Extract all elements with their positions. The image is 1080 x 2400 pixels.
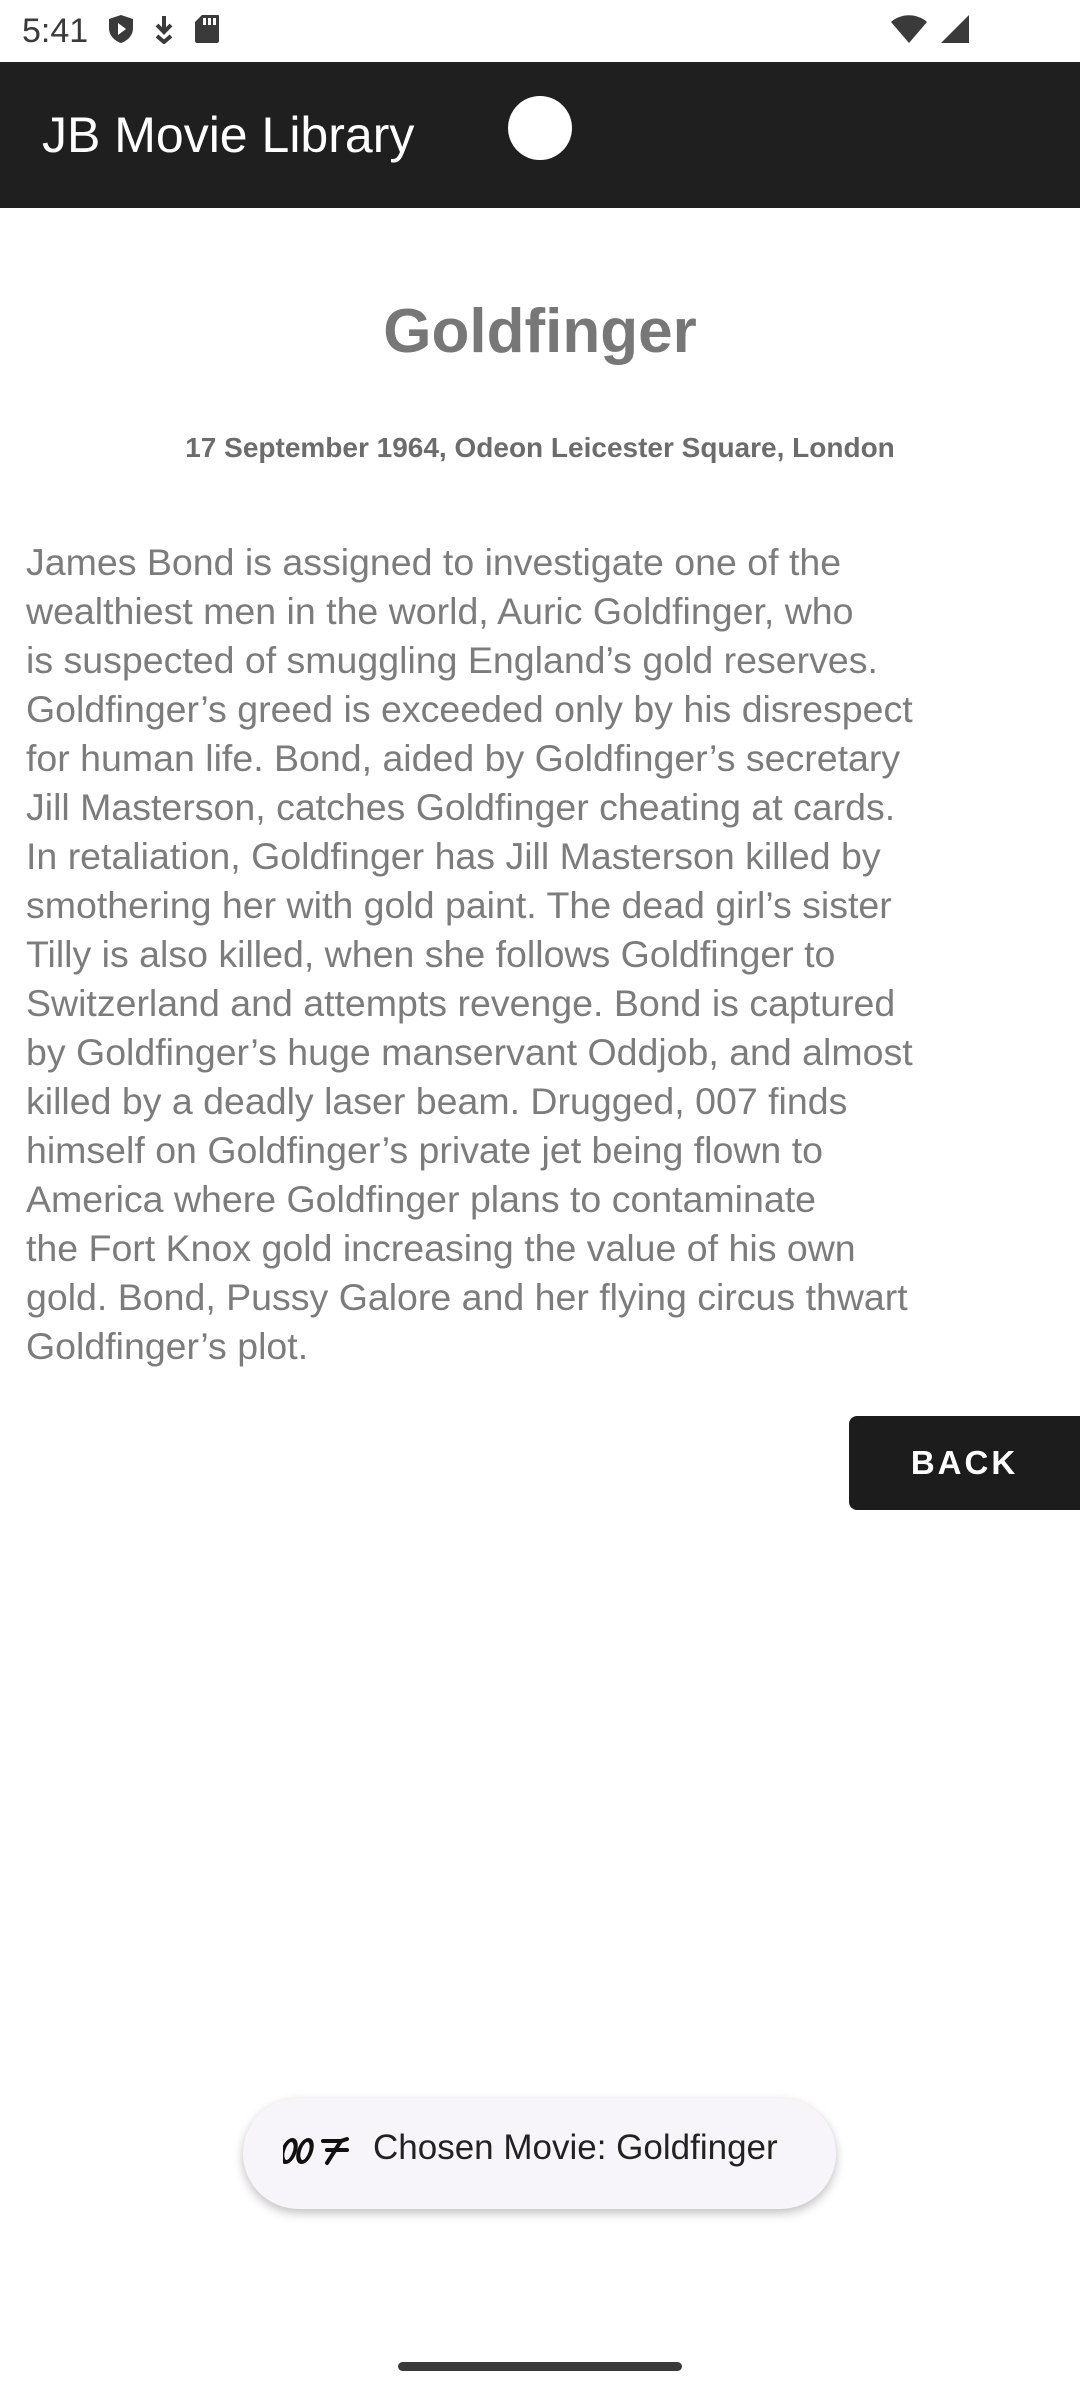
back-button[interactable]: BACK [849,1416,1080,1510]
synopsis-line: for human life. Bond, aided by Goldfinge… [26,737,901,779]
synopsis-line: Tilly is also killed, when she follows G… [26,933,836,975]
synopsis-line: is suspected of smuggling England’s gold… [26,639,878,681]
007-logo-icon [280,2136,349,2171]
synopsis-line: the Fort Knox gold increasing the value … [26,1227,856,1269]
app-bar: JB Movie Library [0,62,1080,208]
synopsis-line: smothering her with gold paint. The dead… [26,884,892,926]
synopsis-line: by Goldfinger’s huge manservant Oddjob, … [26,1031,913,1073]
synopsis-line: gold. Bond, Pussy Galore and her flying … [26,1276,908,1318]
status-time: 5:41 [22,12,89,50]
status-icons-right [890,14,970,44]
synopsis-line: himself on Goldfinger’s private jet bein… [26,1129,823,1171]
navigation-handle[interactable] [398,2362,682,2371]
sd-card-icon [194,14,220,44]
toast: Chosen Movie: Goldfinger [243,2098,836,2209]
status-icons-left [108,14,220,44]
synopsis-line: wealthiest men in the world, Auric Goldf… [26,590,854,632]
camera-cutout [508,96,572,160]
toast-message: Chosen Movie: Goldfinger [373,2128,778,2167]
synopsis-line: Goldfinger’s plot. [26,1325,309,1367]
synopsis-line: In retaliation, Goldfinger has Jill Mast… [26,835,881,877]
synopsis-line: Switzerland and attempts revenge. Bond i… [26,982,896,1024]
status-bar: 5:41 [0,0,1080,62]
synopsis-line: Goldfinger’s greed is exceeded only by h… [26,688,913,730]
synopsis-line: James Bond is assigned to investigate on… [26,541,842,583]
synopsis-line: killed by a deadly laser beam. Drugged, … [26,1080,848,1122]
movie-premiere: 17 September 1964, Odeon Leicester Squar… [185,432,895,463]
synopsis-line: Jill Masterson, catches Goldfinger cheat… [26,786,896,828]
movie-title: Goldfinger [383,297,697,366]
screen: 5:41 JB Movie Library Goldfinger 17 Sept… [0,0,1080,2400]
synopsis-line: America where Goldfinger plans to contam… [26,1178,816,1220]
app-title: JB Movie Library [42,107,415,163]
shield-play-icon [108,14,134,44]
download-arrow-icon [152,14,176,44]
wifi-icon [890,14,928,44]
cellular-signal-icon [940,14,970,44]
movie-synopsis: James Bond is assigned to investigate on… [26,538,1026,1371]
